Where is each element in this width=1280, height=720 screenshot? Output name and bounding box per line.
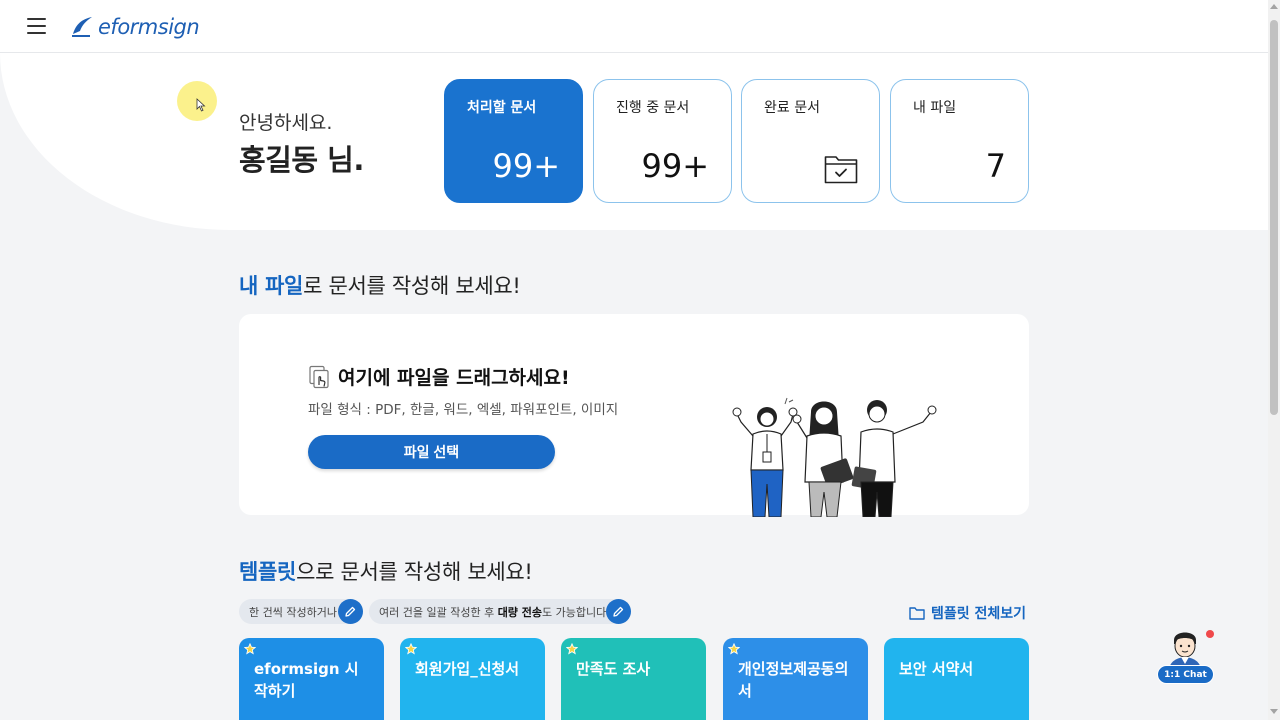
- template-name: 회원가입_신청서: [415, 660, 520, 678]
- stat-card-my-files[interactable]: 내 파일 7: [890, 79, 1029, 203]
- bulk-send-pill[interactable]: 여러 건을 일괄 작성한 후 대량 전송도 가능합니다.: [369, 599, 631, 624]
- bulk-send-text: 여러 건을 일괄 작성한 후 대량 전송도 가능합니다.: [379, 604, 610, 620]
- chat-label: 1:1 Chat: [1157, 665, 1214, 684]
- drag-drop-text: 여기에 파일을 드래그하세요!: [338, 367, 570, 389]
- view-all-templates-text: 템플릿 전체보기: [931, 606, 1027, 622]
- bulk-send-text-post: 도 가능합니다.: [542, 605, 610, 619]
- top-navigation-bar: eformsign: [0, 0, 1268, 53]
- template-card[interactable]: eformsign 시작하기: [239, 638, 384, 720]
- template-title-rest: 으로 문서를 작성해 보세요!: [296, 560, 533, 584]
- greeting-hello: 안녕하세요.: [239, 112, 333, 134]
- file-drop-zone[interactable]: 여기에 파일을 드래그하세요! 파일 형식 : PDF, 한글, 워드, 엑셀,…: [239, 314, 1029, 517]
- notification-dot: [1206, 630, 1214, 638]
- scroll-down-arrow-icon[interactable]: [1270, 709, 1278, 714]
- stat-card-to-process[interactable]: 처리할 문서 99+: [444, 79, 583, 203]
- scrollbar-thumb[interactable]: [1270, 20, 1278, 415]
- stat-label: 처리할 문서: [467, 100, 537, 116]
- drag-file-icon: [309, 365, 329, 388]
- stat-value: 99+: [492, 147, 560, 185]
- upload-title-rest: 로 문서를 작성해 보세요!: [303, 274, 521, 298]
- template-card[interactable]: 보안 서약서: [884, 638, 1029, 720]
- template-title-highlight: 템플릿: [239, 560, 297, 584]
- eformsign-logo[interactable]: eformsign: [70, 12, 200, 42]
- star-icon[interactable]: [244, 643, 256, 655]
- select-file-button[interactable]: 파일 선택: [308, 435, 555, 469]
- template-section-title: 템플릿으로 문서를 작성해 보세요!: [239, 556, 533, 586]
- template-name: eformsign 시작하기: [254, 660, 359, 700]
- template-card[interactable]: 개인정보제공동의서: [723, 638, 868, 720]
- upload-section-title: 내 파일로 문서를 작성해 보세요!: [239, 270, 521, 300]
- stat-card-in-progress[interactable]: 진행 중 문서 99+: [593, 79, 732, 203]
- bulk-send-text-pre: 여러 건을 일괄 작성한 후: [379, 605, 498, 619]
- hamburger-menu-icon[interactable]: [27, 18, 46, 34]
- edit-icon: [338, 599, 363, 624]
- stat-value: 7: [985, 147, 1006, 185]
- star-icon[interactable]: [566, 643, 578, 655]
- stat-card-completed[interactable]: 완료 문서: [741, 79, 880, 203]
- mouse-pointer-icon: [196, 98, 206, 112]
- folder-check-icon: [824, 156, 858, 184]
- bulk-send-text-bold: 대량 전송: [497, 605, 542, 619]
- view-all-templates-link[interactable]: 템플릿 전체보기: [909, 603, 1026, 623]
- scroll-up-arrow-icon[interactable]: [1270, 4, 1278, 9]
- chat-widget-button[interactable]: 1:1 Chat: [1152, 626, 1218, 688]
- stat-value: 99+: [641, 147, 709, 185]
- people-illustration: [732, 397, 937, 517]
- star-icon[interactable]: [405, 643, 417, 655]
- template-name: 보안 서약서: [899, 660, 974, 678]
- stat-label: 진행 중 문서: [616, 100, 690, 116]
- upload-title-highlight: 내 파일: [239, 274, 304, 298]
- greeting-username: 홍길동 님.: [239, 143, 364, 177]
- drag-drop-heading: 여기에 파일을 드래그하세요!: [308, 363, 570, 390]
- template-card[interactable]: 회원가입_신청서: [400, 638, 545, 720]
- template-name: 만족도 조사: [576, 660, 651, 678]
- folder-icon: [909, 607, 925, 620]
- template-card[interactable]: 만족도 조사: [561, 638, 706, 720]
- star-icon[interactable]: [728, 643, 740, 655]
- logo-swoosh-icon: [72, 17, 92, 37]
- supported-formats: 파일 형식 : PDF, 한글, 워드, 엑셀, 파워포인트, 이미지: [308, 402, 619, 418]
- stat-label: 완료 문서: [764, 100, 820, 116]
- template-name: 개인정보제공동의서: [738, 660, 849, 700]
- edit-icon: [606, 599, 631, 624]
- stat-label: 내 파일: [913, 100, 957, 116]
- logo-text: eformsign: [98, 15, 200, 39]
- single-write-pill[interactable]: 한 건씩 작성하거나: [239, 599, 363, 624]
- single-write-text: 한 건씩 작성하거나: [249, 605, 337, 619]
